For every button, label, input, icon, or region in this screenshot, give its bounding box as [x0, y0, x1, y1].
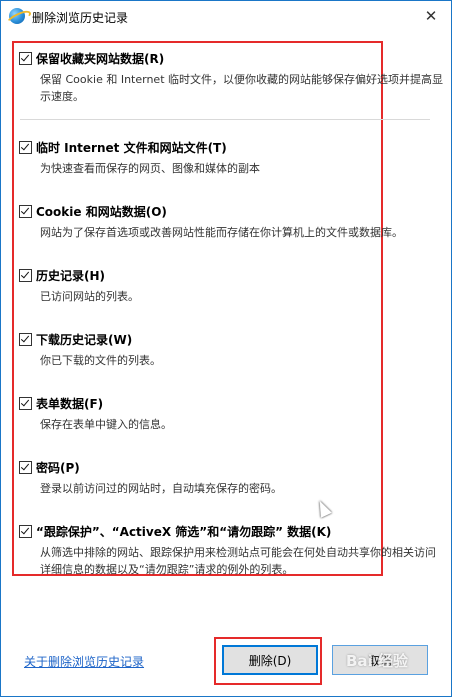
option-history[interactable]: 历史记录(H) 已访问网站的列表。: [19, 267, 439, 305]
checkbox-preserve-favorites[interactable]: [19, 51, 32, 65]
checkbox-form-data[interactable]: [19, 396, 32, 410]
option-tracking-protection[interactable]: “跟踪保护”、“ActiveX 筛选”和“请勿跟踪” 数据(K) 从筛选中排除的…: [19, 523, 439, 578]
close-icon: ✕: [424, 7, 438, 25]
option-download-history[interactable]: 下载历史记录(W) 你已下载的文件的列表。: [19, 331, 439, 369]
delete-button[interactable]: 删除(D): [222, 645, 318, 675]
option-description: 从筛选中排除的网站、跟踪保护用来检测站点可能会在何处自动共享你的相关访问详细信息…: [40, 546, 436, 576]
option-label: 历史记录(H): [36, 268, 106, 283]
separator: [20, 119, 430, 120]
close-button[interactable]: ✕: [411, 1, 451, 31]
option-description: 登录以前访问过的网站时，自动填充保存的密码。: [40, 482, 282, 495]
checkbox-temp-files[interactable]: [19, 140, 32, 154]
option-label: 下载历史记录(W): [36, 332, 133, 347]
checkbox-download-history[interactable]: [19, 332, 32, 346]
option-cookies[interactable]: Cookie 和网站数据(O) 网站为了保存首选项或改善网站性能而存储在你计算机…: [19, 203, 439, 241]
window-title: 删除浏览历史记录: [32, 11, 129, 25]
option-description: 已访问网站的列表。: [40, 290, 139, 303]
cancel-button[interactable]: 取消: [332, 645, 428, 675]
option-description: 网站为了保存首选项或改善网站性能而存储在你计算机上的文件或数据库。: [40, 226, 403, 239]
option-form-data[interactable]: 表单数据(F) 保存在表单中键入的信息。: [19, 395, 439, 433]
option-label: 保留收藏夹网站数据(R): [36, 51, 165, 66]
option-label: 表单数据(F): [36, 396, 104, 411]
option-passwords[interactable]: 密码(P) 登录以前访问过的网站时，自动填充保存的密码。: [19, 459, 439, 497]
option-description: 保存在表单中键入的信息。: [40, 418, 172, 431]
option-label: 密码(P): [36, 460, 80, 475]
checkbox-cookies[interactable]: [19, 204, 32, 218]
title-bar: 删除浏览历史记录 ✕: [1, 1, 451, 31]
option-label: Cookie 和网站数据(O): [36, 204, 167, 219]
option-label: 临时 Internet 文件和网站文件(T): [36, 140, 227, 155]
option-preserve-favorites[interactable]: 保留收藏夹网站数据(R) 保留 Cookie 和 Internet 临时文件，以…: [19, 50, 443, 105]
option-description: 为快速查看而保存的网页、图像和媒体的副本: [40, 162, 260, 175]
about-delete-history-link[interactable]: 关于删除浏览历史记录: [24, 653, 144, 670]
checkbox-passwords[interactable]: [19, 460, 32, 474]
checkbox-history[interactable]: [19, 268, 32, 282]
option-label: “跟踪保护”、“ActiveX 筛选”和“请勿跟踪” 数据(K): [36, 524, 332, 539]
option-description: 保留 Cookie 和 Internet 临时文件，以便你收藏的网站能够保存偏好…: [40, 73, 443, 103]
ie-logo-icon: [9, 8, 25, 24]
option-temp-files[interactable]: 临时 Internet 文件和网站文件(T) 为快速查看而保存的网页、图像和媒体…: [19, 139, 439, 177]
checkbox-tracking-protection[interactable]: [19, 524, 32, 538]
option-description: 你已下载的文件的列表。: [40, 354, 161, 367]
